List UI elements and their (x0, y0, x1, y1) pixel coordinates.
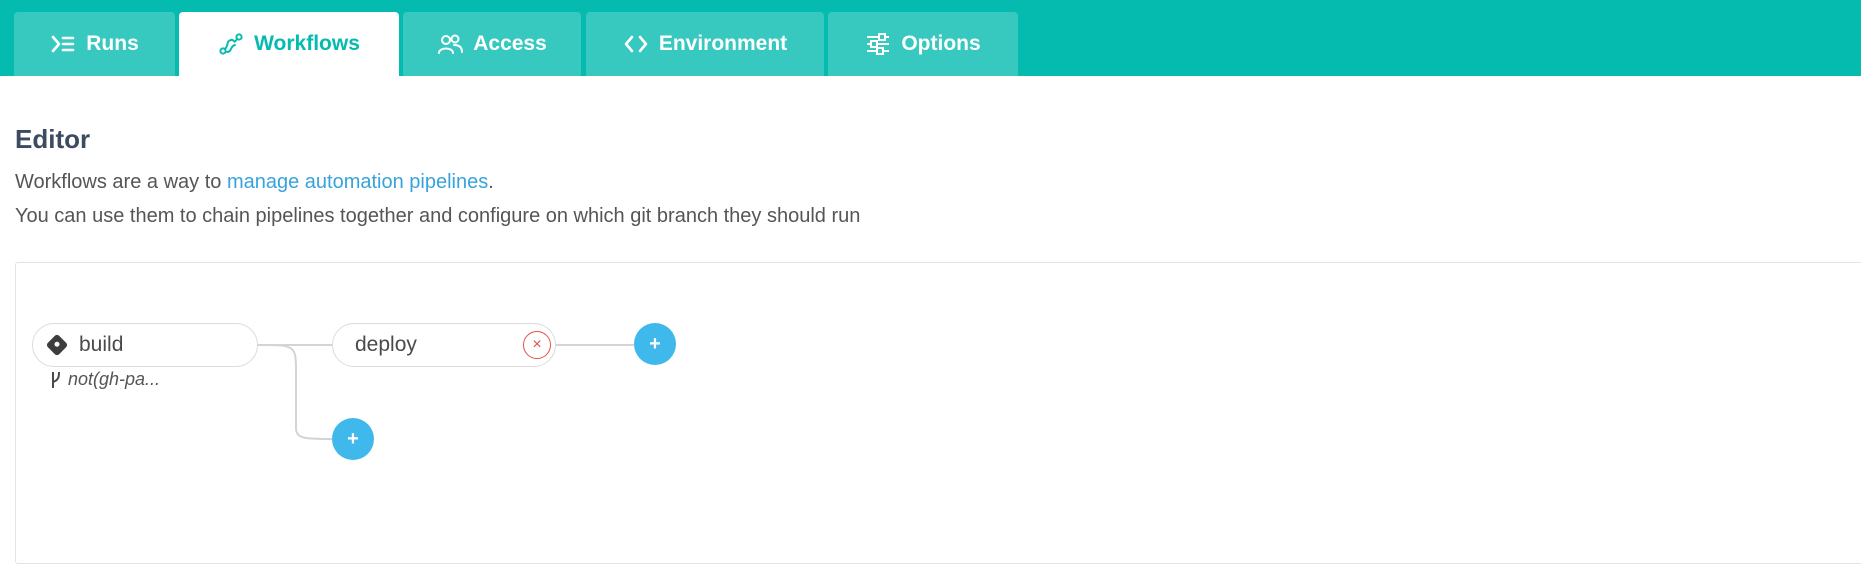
runs-icon (51, 35, 75, 53)
top-navigation-bar: Runs Workflows Access Environment Option… (0, 0, 1861, 76)
access-icon (438, 34, 464, 54)
tab-options[interactable]: Options (828, 12, 1018, 76)
branch-filter-label: not(gh-pa... (68, 369, 161, 389)
description-period: . (488, 171, 494, 193)
git-icon (45, 333, 69, 357)
tab-access-label: Access (473, 32, 547, 55)
add-parallel-pipeline-button[interactable]: + (332, 418, 374, 460)
tab-workflows-label: Workflows (254, 32, 360, 55)
branch-icon (52, 371, 60, 388)
page-title: Editor (15, 124, 91, 154)
code-icon (624, 35, 648, 53)
tab-options-label: Options (901, 32, 981, 55)
pipeline-node-deploy[interactable]: deploy × (332, 323, 556, 367)
pipeline-node-build[interactable]: build (32, 323, 258, 367)
tab-environment[interactable]: Environment (586, 12, 824, 76)
tab-workflows[interactable]: Workflows (179, 12, 399, 76)
tab-runs[interactable]: Runs (14, 12, 175, 76)
manage-pipelines-link[interactable]: manage automation pipelines (227, 171, 488, 193)
description-line-1: Workflows are a way to manage automation… (15, 171, 494, 194)
branch-filter[interactable]: not(gh-pa... (50, 369, 160, 390)
tab-environment-label: Environment (658, 32, 788, 55)
workflow-canvas: build not(gh-pa... deploy × + + (15, 262, 1861, 564)
add-next-pipeline-button[interactable]: + (634, 323, 676, 365)
tab-access[interactable]: Access (403, 12, 581, 76)
pipeline-name: build (79, 333, 124, 356)
sliders-icon (867, 33, 890, 55)
description-line-2: You can use them to chain pipelines toge… (15, 205, 861, 227)
description-text: Workflows are a way to (15, 171, 227, 193)
workflows-icon (219, 33, 243, 55)
pipeline-name: deploy (355, 333, 417, 356)
tab-runs-label: Runs (86, 32, 139, 55)
remove-pipeline-button[interactable]: × (523, 331, 551, 359)
workflow-connectors (256, 344, 634, 440)
